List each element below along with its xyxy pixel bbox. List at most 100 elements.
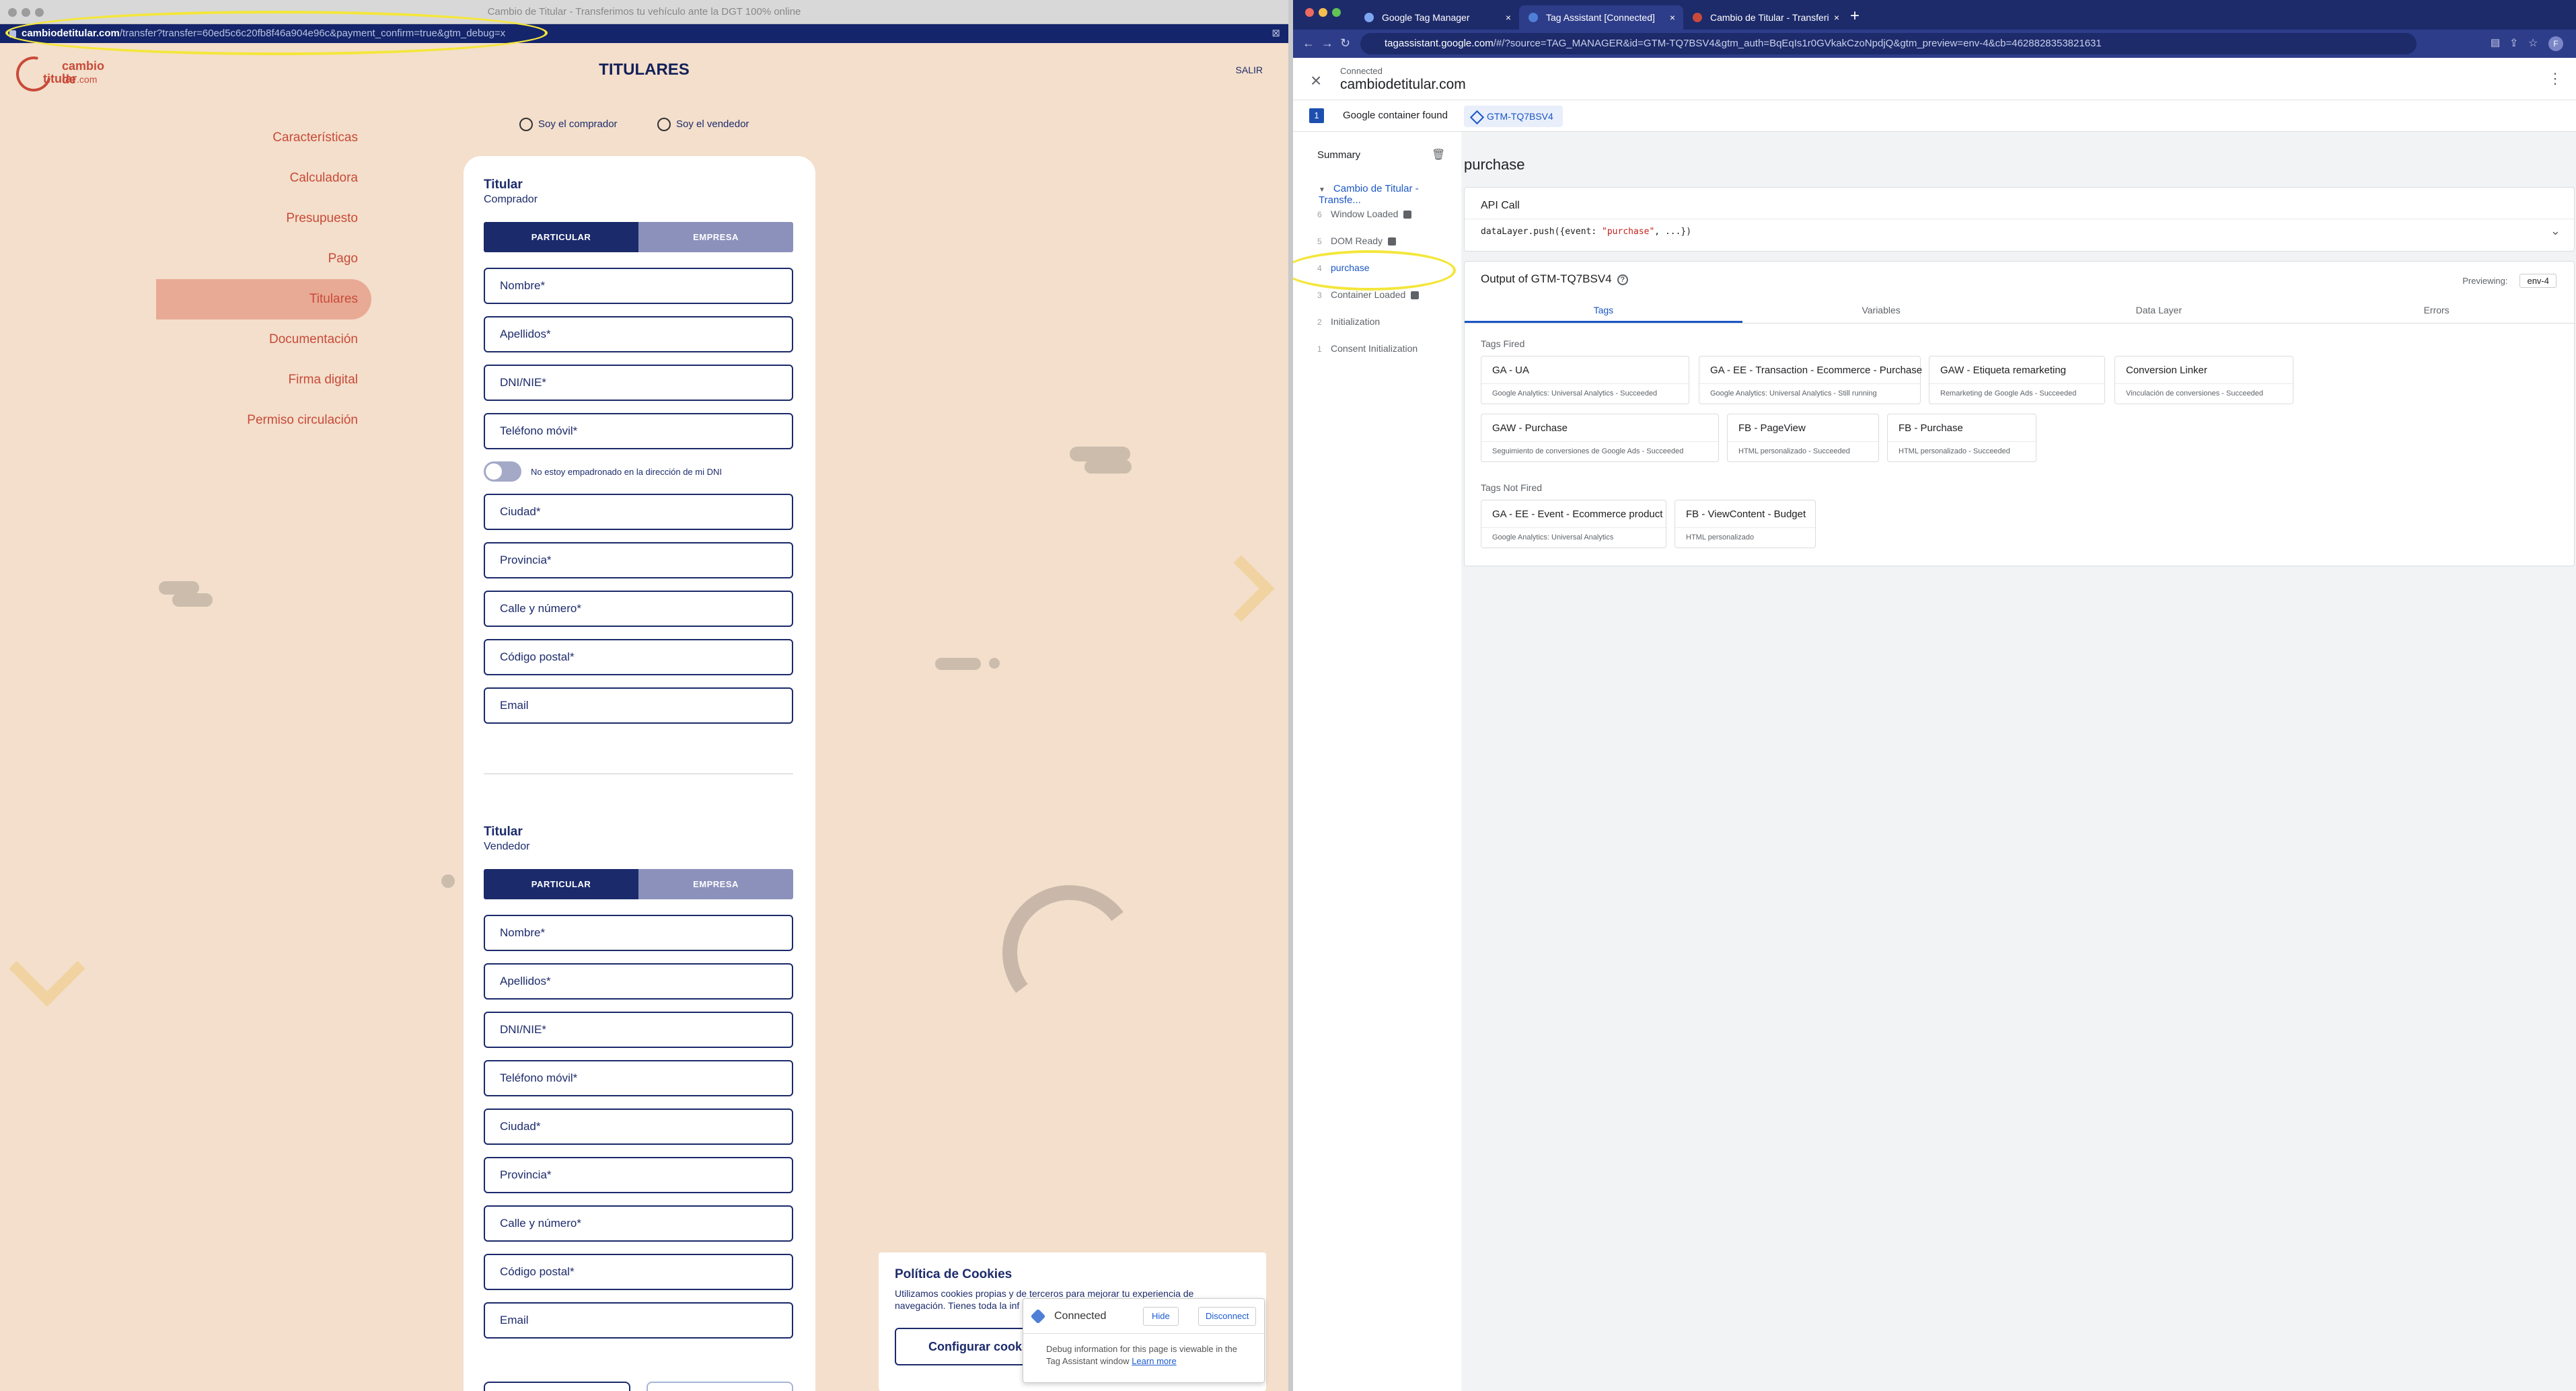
seller-email-field[interactable]: Email — [484, 1302, 793, 1339]
disconnect-button[interactable]: Disconnect — [1198, 1307, 1257, 1326]
seller-calle-field[interactable]: Calle y número* — [484, 1205, 793, 1242]
event-heading: purchase — [1464, 156, 1525, 173]
back-icon[interactable]: ← — [1302, 36, 1315, 50]
tag-card[interactable]: FB - PageView HTML personalizado - Succee… — [1727, 414, 1879, 462]
next-button[interactable] — [647, 1382, 793, 1391]
reload-icon[interactable]: ↻ — [1340, 36, 1350, 50]
seller-telefono-field[interactable]: Teléfono móvil* — [484, 1060, 793, 1096]
buyer-email-field[interactable]: Email — [484, 687, 793, 724]
extensions-icon[interactable]: ▤ — [2491, 36, 2500, 48]
tag-status: Google Analytics: Universal Analytics - … — [1481, 383, 1689, 404]
new-tab-icon[interactable]: + — [1850, 5, 1860, 27]
buyer-particular-tab[interactable]: PARTICULAR — [484, 222, 638, 252]
tag-card[interactable]: GAW - Etiqueta remarketing Remarketing de… — [1929, 356, 2105, 404]
tab-variables[interactable]: Variables — [1742, 297, 2020, 323]
learn-more-link[interactable]: Learn more — [1132, 1356, 1176, 1366]
event-initialization[interactable]: 2 Initialization — [1317, 316, 1380, 327]
tag-card[interactable]: GA - EE - Transaction - Ecommerce - Purc… — [1699, 356, 1923, 404]
collapse-icon[interactable]: ▼ — [1319, 186, 1325, 194]
tag-card[interactable]: GA - EE - Event - Ecommerce product Googl… — [1481, 500, 1666, 548]
event-container-loaded[interactable]: 3 Container Loaded — [1317, 289, 1420, 300]
event-dom-ready[interactable]: 5 DOM Ready — [1317, 235, 1397, 246]
back-button[interactable] — [484, 1382, 630, 1391]
buyer-apellidos-field[interactable]: Apellidos* — [484, 316, 793, 352]
buyer-calle-field[interactable]: Calle y número* — [484, 591, 793, 627]
tab-tag-assistant[interactable]: Tag Assistant [Connected] × — [1519, 5, 1683, 30]
debug-status: Connected — [1054, 1310, 1107, 1322]
tab-tags[interactable]: Tags — [1465, 297, 1742, 323]
tag-status: Google Analytics: Universal Analytics - … — [1699, 383, 1920, 404]
step-firma-digital[interactable]: Firma digital — [156, 368, 371, 408]
profile-avatar[interactable]: F — [2548, 36, 2563, 51]
step-documentacion[interactable]: Documentación — [156, 328, 371, 368]
step-calculadora[interactable]: Calculadora — [156, 166, 371, 206]
step-titulares[interactable]: Titulares — [156, 279, 371, 319]
bookmark-star-icon[interactable]: ☆ — [2528, 36, 2538, 50]
environment-selector[interactable]: env-4 — [2519, 274, 2556, 288]
seller-apellidos-field[interactable]: Apellidos* — [484, 963, 793, 1000]
buyer-ciudad-field[interactable]: Ciudad* — [484, 494, 793, 530]
tag-card[interactable]: GAW - Purchase Seguimiento de conversione… — [1481, 414, 1719, 462]
extension-icon[interactable]: ⊠ — [1272, 24, 1280, 43]
page-title: TITULARES — [599, 61, 690, 79]
forward-icon[interactable]: → — [1321, 36, 1333, 50]
buyer-empresa-tab[interactable]: EMPRESA — [638, 222, 793, 252]
container-id-chip[interactable]: GTM-TQ7BSV4 — [1464, 106, 1563, 127]
tag-card[interactable]: FB - Purchase HTML personalizado - Succee… — [1887, 414, 2036, 462]
buyer-address-toggle[interactable] — [484, 461, 521, 482]
buyer-dni-field[interactable]: DNI/NIE* — [484, 365, 793, 401]
close-tab-icon[interactable]: × — [1834, 5, 1839, 30]
share-icon[interactable]: ⇪ — [2509, 36, 2518, 50]
seller-empresa-tab[interactable]: EMPRESA — [638, 869, 793, 899]
more-options-icon[interactable]: ⋮ — [2548, 70, 2563, 87]
event-window-loaded[interactable]: 6 Window Loaded — [1317, 209, 1412, 219]
tag-card[interactable]: FB - ViewContent - Budget HTML personaliz… — [1675, 500, 1816, 548]
tag-name: FB - ViewContent - Budget — [1686, 509, 1806, 520]
seller-provincia-field[interactable]: Provincia* — [484, 1157, 793, 1193]
expand-chevron-icon[interactable]: ⌄ — [2550, 224, 2561, 238]
close-tab-icon[interactable]: × — [1670, 5, 1675, 30]
seller-particular-tab[interactable]: PARTICULAR — [484, 869, 638, 899]
tag-card[interactable]: GA - UA Google Analytics: Universal Analy… — [1481, 356, 1689, 404]
seller-codigo-postal-field[interactable]: Código postal* — [484, 1254, 793, 1290]
tab-label: Tag Assistant [Connected] — [1546, 12, 1655, 23]
seller-ciudad-field[interactable]: Ciudad* — [484, 1108, 793, 1145]
decor-chevron-icon — [9, 930, 85, 1007]
minimize-window-icon[interactable] — [1319, 8, 1327, 17]
seller-nombre-field[interactable]: Nombre* — [484, 915, 793, 951]
tab-data-layer[interactable]: Data Layer — [2020, 297, 2298, 323]
tag-card[interactable]: Conversion Linker Vinculación de conversi… — [2114, 356, 2293, 404]
clear-messages-icon[interactable]: 🗑 — [1432, 148, 1445, 161]
summary-link[interactable]: Summary — [1317, 149, 1360, 161]
maximize-window-icon[interactable] — [1332, 8, 1341, 17]
tag-name: GA - EE - Event - Ecommerce product — [1492, 509, 1663, 520]
buyer-telefono-field[interactable]: Teléfono móvil* — [484, 413, 793, 449]
role-seller-radio[interactable]: Soy el vendedor — [657, 118, 749, 131]
step-presupuesto[interactable]: Presupuesto — [156, 206, 371, 247]
close-icon[interactable]: × — [1311, 70, 1321, 91]
event-consent-initialization[interactable]: 1 Consent Initialization — [1317, 343, 1418, 354]
help-icon[interactable]: ? — [1617, 274, 1628, 285]
api-call-card: API Call dataLayer.push({event: "purchas… — [1464, 187, 2575, 252]
seller-dni-field[interactable]: DNI/NIE* — [484, 1012, 793, 1048]
close-tab-icon[interactable]: × — [1506, 5, 1511, 30]
tag-name: GA - EE - Transaction - Ecommerce - Purc… — [1710, 365, 1923, 376]
tag-status: Seguimiento de conversiones de Google Ad… — [1481, 441, 1718, 461]
buyer-codigo-postal-field[interactable]: Código postal* — [484, 639, 793, 675]
role-buyer-radio[interactable]: Soy el comprador — [519, 118, 618, 131]
container-bar: 1 Google container found GTM-TQ7BSV4 — [1293, 100, 2576, 132]
tab-google-tag-manager[interactable]: Google Tag Manager × — [1355, 5, 1519, 30]
tag-assistant-debug-badge: Connected Hide Disconnect Debug informat… — [1023, 1298, 1265, 1383]
tab-cambio-de-titular[interactable]: Cambio de Titular - Transferi × — [1683, 5, 1847, 30]
tab-errors[interactable]: Errors — [2297, 297, 2575, 323]
cookie-title: Política de Cookies — [895, 1267, 1013, 1281]
step-caracteristicas[interactable]: Características — [156, 126, 371, 166]
logout-link[interactable]: SALIR — [1236, 65, 1263, 75]
page-item[interactable]: ▼ Cambio de Titular - Transfe... — [1319, 183, 1461, 206]
step-permiso-circulacion[interactable]: Permiso circulación — [156, 408, 371, 449]
close-window-icon[interactable] — [1305, 8, 1314, 17]
address-bar[interactable]: tagassistant.google.com/#/?source=TAG_MA… — [1360, 33, 2417, 54]
buyer-provincia-field[interactable]: Provincia* — [484, 542, 793, 578]
buyer-nombre-field[interactable]: Nombre* — [484, 268, 793, 304]
hide-button[interactable]: Hide — [1143, 1307, 1179, 1326]
